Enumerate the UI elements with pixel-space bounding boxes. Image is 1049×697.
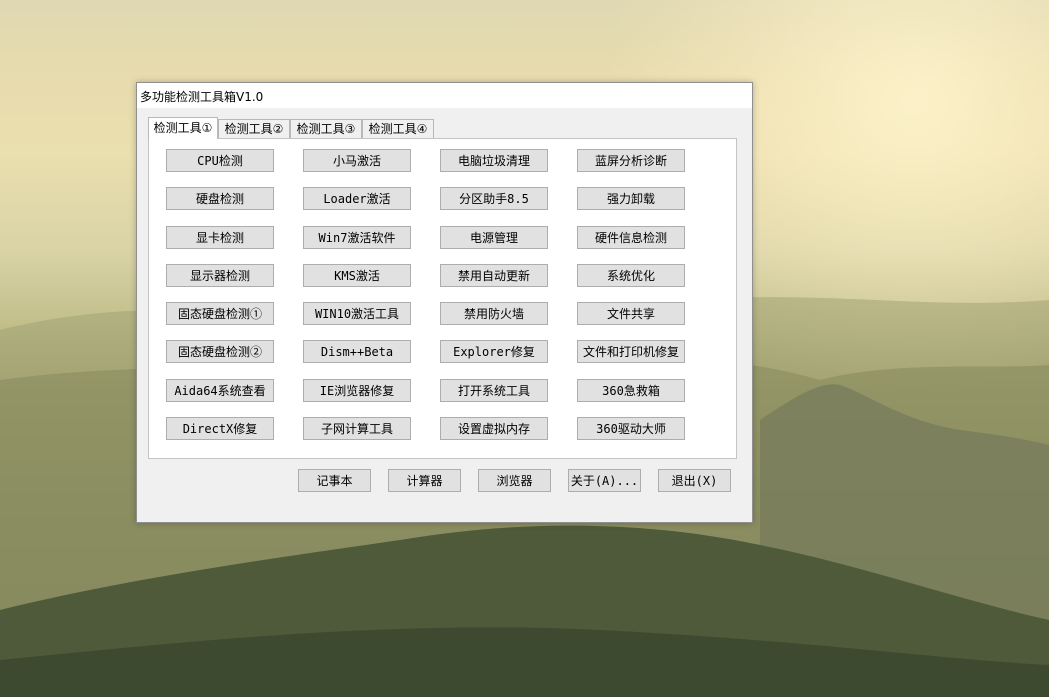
tab-detect-tools-3[interactable]: 检测工具③ bbox=[290, 119, 362, 138]
disable-auto-update-button[interactable]: 禁用自动更新 bbox=[440, 264, 548, 287]
gpu-detect-button[interactable]: 显卡检测 bbox=[166, 226, 274, 249]
hardware-info-button[interactable]: 硬件信息检测 bbox=[577, 226, 685, 249]
disk-detect-button[interactable]: 硬盘检测 bbox=[166, 187, 274, 210]
window-title: 多功能检测工具箱V1.0 bbox=[140, 90, 264, 104]
power-management-button[interactable]: 电源管理 bbox=[440, 226, 548, 249]
open-system-tools-button[interactable]: 打开系统工具 bbox=[440, 379, 548, 402]
title-bar[interactable]: 多功能检测工具箱V1.0 bbox=[137, 83, 752, 108]
force-uninstall-button[interactable]: 强力卸载 bbox=[577, 187, 685, 210]
partition-assistant-button[interactable]: 分区助手8.5 bbox=[440, 187, 548, 210]
explorer-repair-button[interactable]: Explorer修复 bbox=[440, 340, 548, 363]
tab-detect-tools-4[interactable]: 检测工具④ bbox=[362, 119, 434, 138]
calculator-button[interactable]: 计算器 bbox=[388, 469, 461, 492]
about-button[interactable]: 关于(A)... bbox=[568, 469, 641, 492]
main-window: 多功能检测工具箱V1.0 检测工具① 检测工具② 检测工具③ 检测工具④ CPU… bbox=[136, 82, 753, 523]
cpu-detect-button[interactable]: CPU检测 bbox=[166, 149, 274, 172]
aida64-button[interactable]: Aida64系统查看 bbox=[166, 379, 274, 402]
bsod-analysis-button[interactable]: 蓝屏分析诊断 bbox=[577, 149, 685, 172]
subnet-calculator-button[interactable]: 子网计算工具 bbox=[303, 417, 411, 440]
junk-clean-button[interactable]: 电脑垃圾清理 bbox=[440, 149, 548, 172]
ie-repair-button[interactable]: IE浏览器修复 bbox=[303, 379, 411, 402]
tab-detect-tools-2[interactable]: 检测工具② bbox=[218, 119, 290, 138]
win10-activate-button[interactable]: WIN10激活工具 bbox=[303, 302, 411, 325]
monitor-detect-button[interactable]: 显示器检测 bbox=[166, 264, 274, 287]
virtual-memory-button[interactable]: 设置虚拟内存 bbox=[440, 417, 548, 440]
notepad-button[interactable]: 记事本 bbox=[298, 469, 371, 492]
360-rescue-kit-button[interactable]: 360急救箱 bbox=[577, 379, 685, 402]
system-optimize-button[interactable]: 系统优化 bbox=[577, 264, 685, 287]
dism-beta-button[interactable]: Dism++Beta bbox=[303, 340, 411, 363]
browser-button[interactable]: 浏览器 bbox=[478, 469, 551, 492]
360-driver-master-button[interactable]: 360驱动大师 bbox=[577, 417, 685, 440]
disable-firewall-button[interactable]: 禁用防火墙 bbox=[440, 302, 548, 325]
file-share-button[interactable]: 文件共享 bbox=[577, 302, 685, 325]
tab-detect-tools-1[interactable]: 检测工具① bbox=[148, 117, 218, 139]
win7-activate-button[interactable]: Win7激活软件 bbox=[303, 226, 411, 249]
kms-activate-button[interactable]: KMS激活 bbox=[303, 264, 411, 287]
file-printer-repair-button[interactable]: 文件和打印机修复 bbox=[577, 340, 685, 363]
directx-repair-button[interactable]: DirectX修复 bbox=[166, 417, 274, 440]
exit-button[interactable]: 退出(X) bbox=[658, 469, 731, 492]
ssd-detect-1-button[interactable]: 固态硬盘检测① bbox=[166, 302, 274, 325]
ssd-detect-2-button[interactable]: 固态硬盘检测② bbox=[166, 340, 274, 363]
xiaoma-activate-button[interactable]: 小马激活 bbox=[303, 149, 411, 172]
loader-activate-button[interactable]: Loader激活 bbox=[303, 187, 411, 210]
